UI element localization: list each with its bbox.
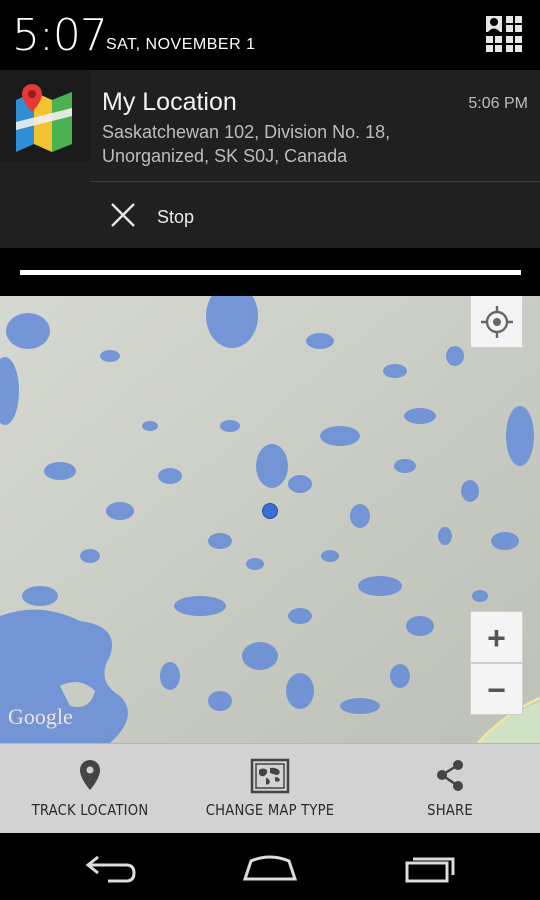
pin-icon [80,760,100,790]
zoom-in-button[interactable]: + [470,611,523,663]
back-button[interactable] [68,843,158,893]
world-map-icon [250,758,290,794]
navigation-bar [0,833,540,900]
status-date: SAT, NOVEMBER 1 [106,36,256,53]
share-icon [437,760,463,791]
recents-button[interactable] [383,843,473,893]
address-line-1: Saskatchewan 102, Division No. 18, [102,122,391,142]
zoom-out-button[interactable]: − [470,663,523,715]
stop-button[interactable]: Stop [90,182,540,248]
map-view[interactable]: + − Google [0,296,540,743]
current-location-dot [262,503,278,519]
track-location-button[interactable]: TRACK LOCATION [0,744,180,834]
location-notification[interactable]: My Location 5:06 PM Saskatchewan 102, Di… [0,70,540,248]
bottom-action-bar: TRACK LOCATION CHANGE MAP TYPE SHARE [0,743,540,834]
change-map-type-label: CHANGE MAP TYPE [205,801,335,819]
status-time: 5:07 [12,10,108,61]
map-marker-app-icon [0,70,90,162]
user-switch-icon[interactable] [484,14,524,54]
google-attribution: Google [8,704,73,729]
notification-title: My Location [102,88,237,116]
home-button[interactable] [225,843,315,893]
share-button[interactable]: SHARE [360,744,540,834]
recents-icon [405,857,455,883]
track-location-label: TRACK LOCATION [31,801,149,819]
share-label: SHARE [427,801,473,819]
close-icon [111,203,135,227]
change-map-type-button[interactable]: CHANGE MAP TYPE [180,744,360,834]
stop-label: Stop [157,207,195,227]
minus-icon: − [487,672,506,708]
shade-drag-handle-area[interactable] [0,248,540,296]
crosshair-icon [481,306,513,338]
my-location-button[interactable] [470,296,523,348]
notification-time: 5:06 PM [468,95,528,112]
plus-icon: + [487,620,506,656]
home-icon [242,855,298,881]
address-line-2: Unorganized, SK S0J, Canada [102,146,348,166]
notification-shade: 5:07 SAT, NOVEMBER 1 My Location 5:06 PM… [0,0,540,296]
back-icon [85,855,136,883]
shade-drag-handle[interactable] [20,270,521,275]
notification-address: Saskatchewan 102, Division No. 18, Unorg… [102,120,522,168]
map-tiles [0,296,540,743]
